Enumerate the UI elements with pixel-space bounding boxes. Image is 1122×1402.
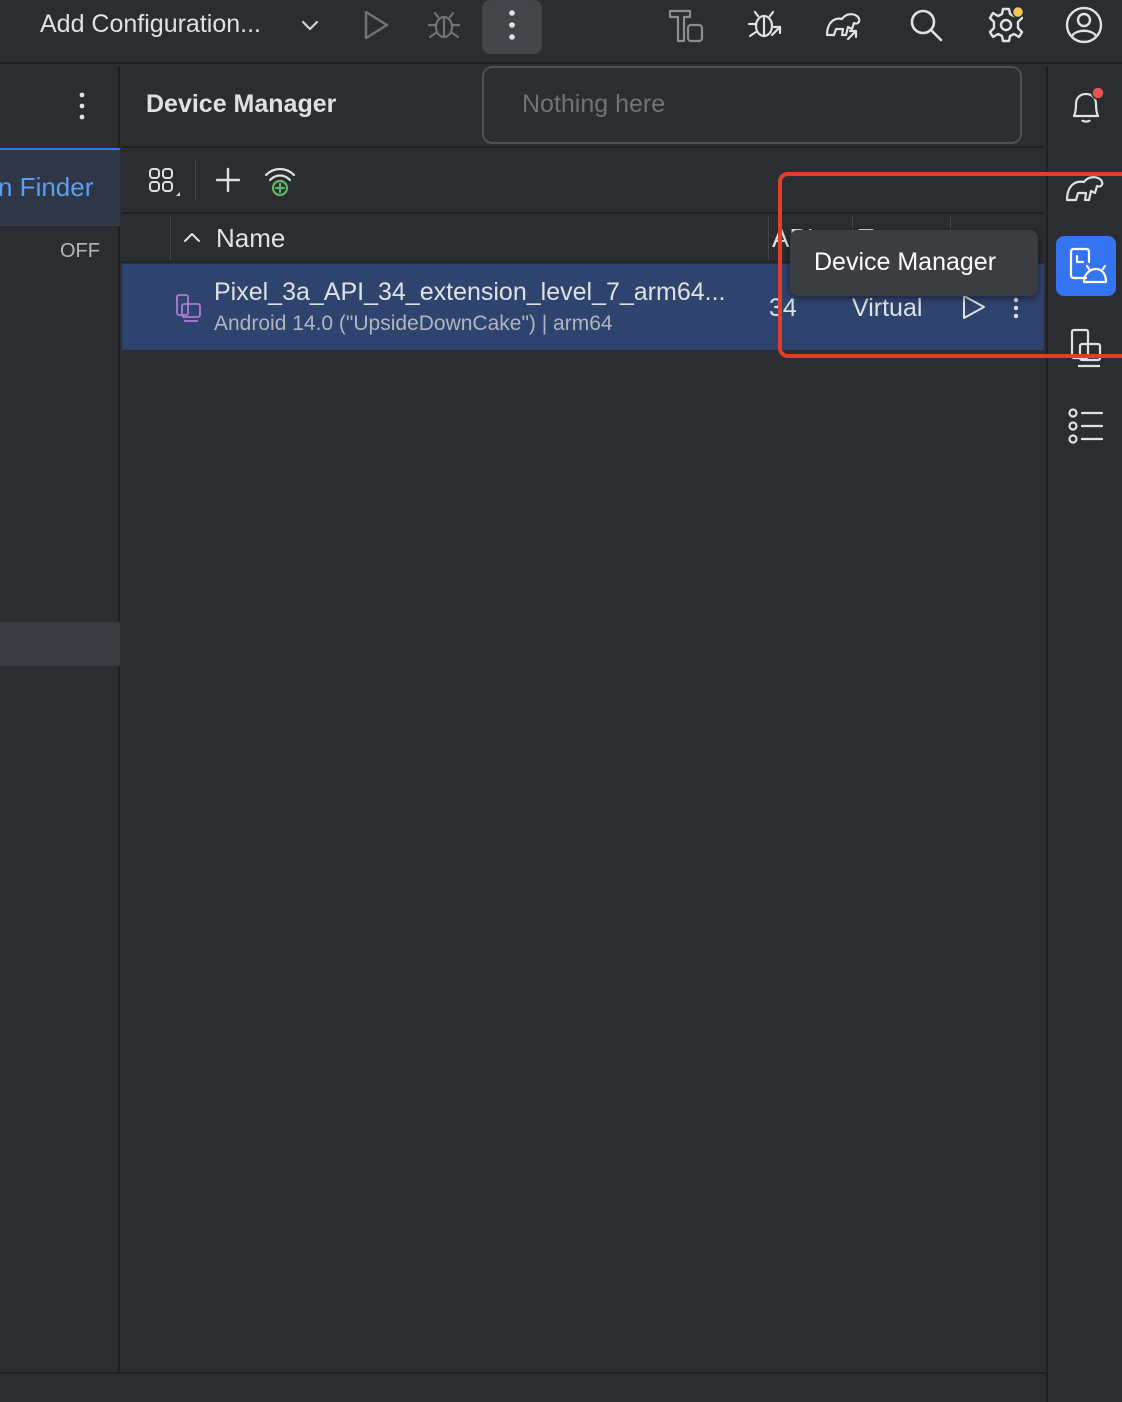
panel-title: Device Manager	[146, 90, 337, 118]
off-status-label: OFF	[60, 240, 100, 262]
empty-popup-text: Nothing here	[522, 90, 666, 118]
virtual-device-icon	[172, 290, 204, 324]
more-vertical-icon[interactable]	[72, 88, 92, 124]
settings-icon[interactable]	[986, 5, 1026, 45]
toolbar-separator	[195, 160, 196, 200]
notifications-icon[interactable]	[1064, 84, 1108, 128]
finder-tab[interactable]: n Finder	[0, 148, 120, 226]
column-separator	[768, 216, 769, 260]
device-description: Android 14.0 ("UpsideDownCake") | arm64	[214, 312, 613, 335]
debug-attach-icon[interactable]	[746, 5, 786, 45]
divider	[122, 146, 1044, 148]
status-bar	[0, 1372, 1122, 1402]
debug-icon[interactable]	[424, 5, 464, 45]
left-panel-divider	[0, 622, 120, 666]
highlight-annotation	[778, 172, 1122, 358]
gradle-sync-icon[interactable]	[824, 5, 864, 45]
device-table	[122, 214, 1044, 1370]
run-icon[interactable]	[356, 5, 396, 45]
column-separator	[170, 216, 171, 260]
add-icon[interactable]	[212, 164, 244, 196]
sort-ascending-icon[interactable]	[180, 226, 204, 250]
device-group-icon[interactable]	[146, 164, 182, 200]
pair-wifi-icon[interactable]	[262, 164, 298, 200]
device-name: Pixel_3a_API_34_extension_level_7_arm64.…	[214, 278, 726, 306]
account-icon[interactable]	[1064, 5, 1104, 45]
finder-tab-label: n Finder	[0, 172, 94, 202]
column-header-name[interactable]: Name	[216, 223, 285, 254]
search-icon[interactable]	[906, 5, 946, 45]
build-icon[interactable]	[666, 5, 706, 45]
more-actions-button[interactable]	[482, 0, 542, 54]
chevron-down-icon[interactable]	[298, 12, 322, 40]
run-configuration-selector[interactable]: Add Configuration...	[40, 10, 261, 39]
structure-icon[interactable]	[1064, 404, 1108, 448]
